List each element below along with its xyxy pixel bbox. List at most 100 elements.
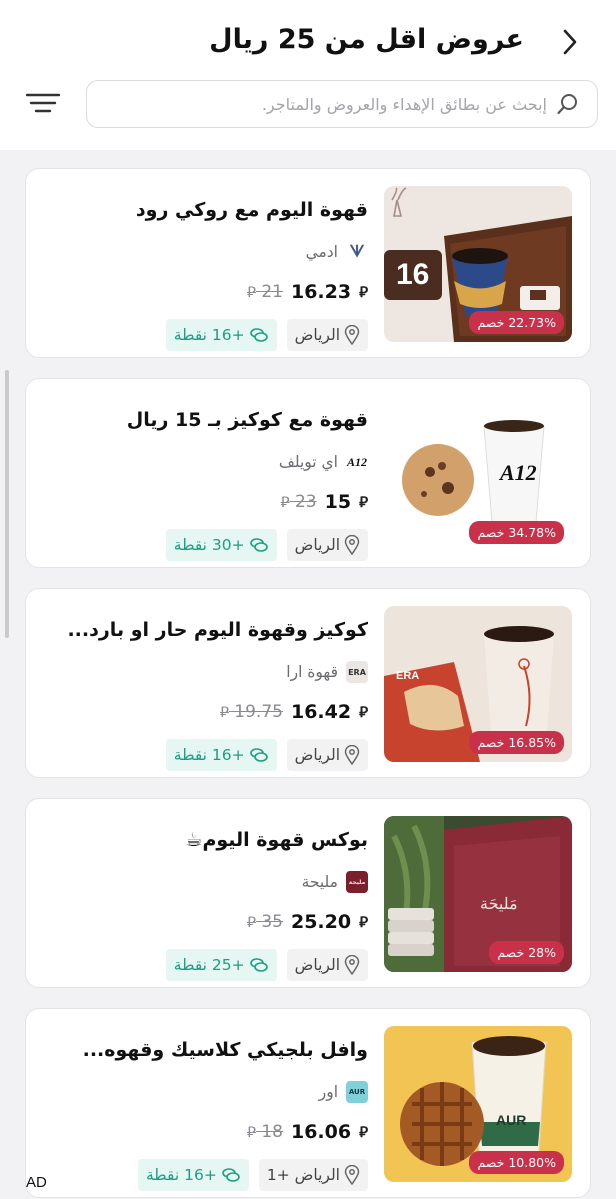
points-tag: +30 نقطة xyxy=(165,529,277,561)
discount-badge: 10.80% خصم xyxy=(469,1151,564,1174)
brand-name: اور xyxy=(318,1083,338,1101)
filter-lines-icon xyxy=(26,93,60,113)
riyal-icon: ⃁ xyxy=(247,283,256,301)
discount-badge: 22.73% خصم xyxy=(469,311,564,334)
points-tag: +16 نقطة xyxy=(138,1159,249,1191)
image-badge: A12 xyxy=(500,460,537,485)
price: 16.06 xyxy=(290,1121,352,1143)
location-pin-icon xyxy=(344,745,360,765)
location-tag: الرياض +1 xyxy=(258,1159,368,1191)
brand[interactable]: A12 اي تويلف xyxy=(279,451,368,473)
riyal-icon: ⃁ xyxy=(219,703,229,721)
old-price: ⃁ 23 xyxy=(281,492,317,512)
points-text: +30 نقطة xyxy=(173,536,245,554)
points-text: +16 نقطة xyxy=(173,326,245,344)
price-row: ⃁ 25.20 ⃁ 35 xyxy=(247,911,368,933)
points-text: +25 نقطة xyxy=(173,956,245,974)
offer-title: بوكس قهوة اليوم☕ xyxy=(185,829,368,851)
search-input[interactable] xyxy=(87,84,555,124)
offer-card[interactable]: ERA 16.85% خصم كوكيز وقهوة اليوم حار او … xyxy=(25,588,591,778)
location-tag: الرياض xyxy=(286,739,368,771)
image-badge: ERA xyxy=(396,670,420,682)
page-title: عروض اقل من 25 ريال xyxy=(209,24,524,55)
price: 16.42 xyxy=(290,701,352,723)
old-price-value: 23 xyxy=(294,492,317,512)
location-text: الرياض xyxy=(294,536,340,554)
discount-badge: 16.85% خصم xyxy=(469,731,564,754)
old-price-value: 19.75 xyxy=(234,702,283,722)
search-box[interactable] xyxy=(86,80,598,128)
riyal-icon: ⃁ xyxy=(247,1123,256,1141)
points-tag: +16 نقطة xyxy=(165,319,277,351)
offer-title: كوكيز وقهوة اليوم حار او بارد... xyxy=(67,619,368,641)
offer-title: قهوة مع كوكيز بـ 15 ريال xyxy=(126,409,368,431)
points-text: +16 نقطة xyxy=(173,746,245,764)
price-row: ⃁ 16.23 ⃁ 21 xyxy=(247,281,368,303)
search-icon xyxy=(555,91,581,117)
points-tag: +25 نقطة xyxy=(165,949,277,981)
image-badge: 16 xyxy=(396,258,430,291)
location-tag: الرياض xyxy=(286,949,368,981)
chevron-right-icon xyxy=(563,29,577,55)
brand[interactable]: ᗐ ادمي xyxy=(306,241,368,263)
location-tag: الرياض xyxy=(286,529,368,561)
offers-list[interactable]: 16 22.73% خصم قهوة اليوم مع روكي رود ᗐ ا… xyxy=(0,150,616,1199)
location-text: الرياض +1 xyxy=(266,1166,340,1184)
offer-card[interactable]: 16 22.73% خصم قهوة اليوم مع روكي رود ᗐ ا… xyxy=(25,168,591,358)
offer-image: 16 22.73% خصم xyxy=(384,186,572,342)
offer-image: A12 34.78% خصم xyxy=(384,396,572,552)
offer-card[interactable]: مَليحَة 28% خصم بوكس قهوة اليوم☕ مليحة م… xyxy=(25,798,591,988)
brand-logo-icon: ERA xyxy=(346,661,368,683)
old-price: ⃁ 35 xyxy=(247,912,283,932)
riyal-icon: ⃁ xyxy=(359,702,368,721)
brand-logo-icon: A12 xyxy=(347,454,368,469)
location-pin-icon xyxy=(344,1165,360,1185)
coins-icon xyxy=(222,1168,240,1182)
brand-name: ادمي xyxy=(305,243,338,261)
brand-logo-icon: مليحة xyxy=(346,871,368,893)
offer-image: AUR 10.80% خصم xyxy=(384,1026,572,1182)
location-pin-icon xyxy=(344,325,360,345)
offer-title: وافل بلجيكي كلاسيك وقهوه... xyxy=(82,1039,368,1061)
coins-icon xyxy=(249,328,268,342)
riyal-icon: ⃁ xyxy=(247,913,256,931)
location-text: الرياض xyxy=(294,956,340,974)
old-price-value: 21 xyxy=(261,282,283,302)
back-button[interactable] xyxy=(552,22,588,62)
brand-name: اي تويلف xyxy=(278,453,338,471)
riyal-icon: ⃁ xyxy=(359,912,368,931)
brand[interactable]: ERA قهوة ارا xyxy=(286,661,368,683)
offer-card[interactable]: A12 34.78% خصم قهوة مع كوكيز بـ 15 ريال … xyxy=(25,378,591,568)
points-tag: +16 نقطة xyxy=(165,739,277,771)
riyal-icon: ⃁ xyxy=(280,493,290,511)
image-badge: AUR xyxy=(496,1112,527,1128)
offer-card[interactable]: AUR 10.80% خصم وافل بلجيكي كلاسيك وقهوه.… xyxy=(25,1008,591,1198)
riyal-icon: ⃁ xyxy=(359,1122,368,1141)
brand-logo-icon: ᗐ xyxy=(349,242,365,261)
old-price-value: 35 xyxy=(261,912,283,932)
riyal-icon: ⃁ xyxy=(359,282,368,301)
brand[interactable]: AUR اور xyxy=(319,1081,368,1103)
offer-image: مَليحَة 28% خصم xyxy=(384,816,572,972)
location-tag: الرياض xyxy=(286,319,368,351)
offer-title: قهوة اليوم مع روكي رود xyxy=(135,199,368,221)
location-text: الرياض xyxy=(294,746,340,764)
scrollbar[interactable] xyxy=(5,370,9,638)
app-header: عروض اقل من 25 ريال xyxy=(0,0,616,150)
discount-badge: 28% خصم xyxy=(489,941,564,964)
location-pin-icon xyxy=(344,955,360,975)
brand-name: قهوة ارا xyxy=(286,663,338,681)
coins-icon xyxy=(249,958,268,972)
coins-icon xyxy=(249,748,268,762)
location-text: الرياض xyxy=(294,326,340,344)
riyal-icon: ⃁ xyxy=(359,492,368,511)
brand[interactable]: مليحة مليحة xyxy=(302,871,368,893)
price: 15 xyxy=(324,491,352,513)
filter-button[interactable] xyxy=(20,82,66,124)
location-pin-icon xyxy=(344,535,360,555)
coins-icon xyxy=(249,538,268,552)
image-badge: مَليحَة xyxy=(480,894,518,913)
price-row: ⃁ 16.42 ⃁ 19.75 xyxy=(220,701,368,723)
brand-name: مليحة xyxy=(301,873,338,891)
offer-image: ERA 16.85% خصم xyxy=(384,606,572,762)
